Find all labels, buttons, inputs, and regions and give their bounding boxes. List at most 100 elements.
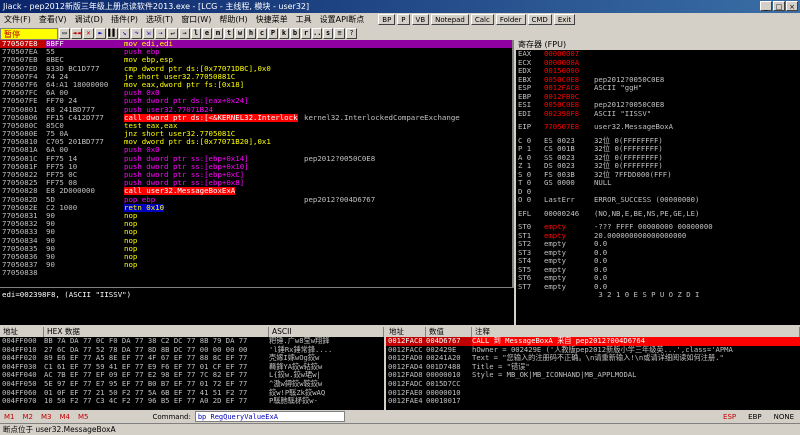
trace-into-icon[interactable]: ⇲ bbox=[143, 28, 154, 39]
registers-panel[interactable]: 寄存器 (FPU) EAX 00000007 ECX 0000000A EDX 00150… bbox=[516, 40, 800, 325]
window-shortcut-button[interactable]: k bbox=[279, 28, 289, 39]
execute-till-return-icon[interactable]: ↵ bbox=[167, 28, 178, 39]
window-titlebar[interactable]: Jiack - pep2012新版三年级上册点读软件2013.exe - [LC… bbox=[0, 0, 800, 13]
disasm-row[interactable]: 77050833 90 nop bbox=[0, 228, 512, 236]
minimize-icon[interactable]: _ bbox=[760, 1, 772, 11]
window-shortcut-button[interactable]: ... bbox=[312, 28, 326, 39]
register-row[interactable]: 3 2 1 0 E S P U O Z D I bbox=[516, 290, 800, 300]
menu-button[interactable]: Notepad bbox=[431, 14, 469, 25]
menu-button[interactable]: VB bbox=[411, 14, 430, 25]
menu-button[interactable]: BP bbox=[378, 14, 396, 25]
dump-row[interactable]: 004FF070 10 50 F2 77 C3 4C F2 77 96 B5 EF… bbox=[0, 397, 384, 406]
window-shortcut-button[interactable]: s bbox=[323, 28, 333, 39]
register-row[interactable]: T 0 GS 0000 NULL bbox=[516, 178, 800, 188]
trace-over-icon[interactable]: ⇢ bbox=[155, 28, 166, 39]
disasm-row[interactable]: 77050838 bbox=[0, 269, 512, 277]
step-over-icon[interactable]: ↷ bbox=[131, 28, 142, 39]
register-value[interactable]: GS 0000 bbox=[544, 178, 594, 188]
register-row[interactable]: EFL 00000246 (NO,NB,E,BE,NS,PE,GE,LE) bbox=[516, 208, 800, 219]
menu-button[interactable]: Exit bbox=[553, 14, 576, 25]
window-shortcut-button[interactable]: c bbox=[257, 28, 267, 39]
memory-tab[interactable]: M1 bbox=[0, 413, 19, 421]
stack-cell-address: 0012FAE4 bbox=[388, 396, 423, 406]
window-shortcut-button[interactable]: P bbox=[268, 28, 278, 39]
memory-tab[interactable]: M3 bbox=[37, 413, 56, 421]
window-shortcut-button[interactable]: w bbox=[235, 28, 245, 39]
disasm-row[interactable]: 77050837 90 nop bbox=[0, 260, 512, 269]
disasm-instruction: mov edi,edi bbox=[124, 40, 304, 49]
menu-item[interactable]: 工具 bbox=[292, 13, 316, 27]
window-shortcut-button[interactable]: e bbox=[202, 28, 212, 39]
register-value[interactable]: 002398F8 bbox=[544, 109, 594, 119]
disasm-row[interactable]: 770507ED 833D BC1D777 cmp dword ptr ds:[0x… bbox=[0, 64, 512, 73]
menu-item[interactable]: 查看(V) bbox=[35, 13, 71, 27]
register-comment: (NO,NB,E,BE,NS,PE,GE,LE) bbox=[594, 208, 700, 218]
window-shortcut-button[interactable]: h bbox=[246, 28, 256, 39]
menu-button[interactable]: Calc bbox=[470, 14, 494, 25]
menu-item[interactable]: 设置API断点 bbox=[316, 13, 369, 27]
disasm-row[interactable]: 770507E8 8BFF mov edi,edi bbox=[0, 40, 512, 49]
memory-tab[interactable]: M2 bbox=[19, 413, 38, 421]
disasm-row[interactable]: 77050831 90 nop bbox=[0, 211, 512, 220]
register-row[interactable]: EDI 002398F8 ASCII "IISSV" bbox=[516, 109, 800, 119]
disasm-comment bbox=[304, 81, 512, 89]
close-icon[interactable]: × bbox=[786, 1, 798, 11]
memory-dump-panel[interactable]: 地址 HEX 数据 ASCII 004FF000 BB 7A DA 77 0C F… bbox=[0, 327, 384, 410]
flag-esp[interactable]: ESP bbox=[717, 413, 742, 421]
disasm-comment bbox=[304, 106, 512, 114]
register-value[interactable]: 00000246 bbox=[544, 209, 594, 219]
command-input[interactable] bbox=[194, 411, 345, 422]
restart-icon[interactable]: ◄◄ bbox=[71, 28, 82, 39]
list-icon[interactable]: ≡ bbox=[334, 28, 345, 39]
window-shortcut-button[interactable]: m bbox=[213, 28, 223, 39]
menu-item[interactable]: 调试(D) bbox=[71, 13, 107, 27]
menu-item[interactable]: 窗口(W) bbox=[177, 13, 215, 27]
disasm-row[interactable]: 7705082E C2 1000 retn 0x10 bbox=[0, 203, 512, 212]
help-icon[interactable]: ? bbox=[346, 28, 357, 39]
disasm-instruction: nop bbox=[124, 261, 304, 269]
window-shortcut-button[interactable]: b bbox=[290, 28, 300, 39]
flag-ebp[interactable]: EBP bbox=[742, 413, 767, 421]
window-shortcut-button[interactable]: r bbox=[301, 28, 311, 39]
menu-item[interactable]: 文件(F) bbox=[0, 13, 35, 27]
disasm-comment bbox=[304, 187, 512, 195]
disasm-row[interactable]: 77050836 90 nop bbox=[0, 252, 512, 261]
disasm-row[interactable]: 77050810 C705 201BD777 mov dword ptr ds:[0… bbox=[0, 138, 512, 146]
menu-item[interactable]: 快捷菜单 bbox=[252, 13, 292, 27]
disasm-row[interactable]: 77050835 90 nop bbox=[0, 244, 512, 253]
register-value[interactable]: LastErr bbox=[544, 195, 594, 205]
menu-button[interactable]: Folder bbox=[495, 14, 526, 25]
memory-tab[interactable]: M4 bbox=[56, 413, 75, 421]
step-into-icon[interactable]: ↘ bbox=[119, 28, 130, 39]
register-row[interactable]: EIP 770507E8 user32.MessageBoxA bbox=[516, 122, 800, 132]
window-shortcut-button[interactable]: t bbox=[224, 28, 234, 39]
stack-panel[interactable]: 地址 数值 注释 0012FAC8 004D6767 CALL 到 MessageB… bbox=[386, 327, 800, 410]
menu-item[interactable]: 插件(P) bbox=[107, 13, 142, 27]
disasm-instruction: push dword ptr ss:[ebp+0x14] bbox=[124, 155, 304, 163]
disasm-row[interactable]: 77050832 90 nop bbox=[0, 219, 512, 228]
disassembly-panel[interactable]: 770507E8 8BFF mov edi,edi 770507EA 55 push eb… bbox=[0, 40, 514, 287]
run-icon[interactable]: ► bbox=[95, 28, 106, 39]
open-icon[interactable]: ▭ bbox=[59, 28, 70, 39]
register-row[interactable]: O 0 LastErr ERROR_SUCCESS (00000000) bbox=[516, 195, 800, 205]
stack-row[interactable]: 0012FAE4 00010017 bbox=[386, 397, 800, 406]
disasm-row[interactable]: 77050828 E8 2D000000 call user32.MessageBo… bbox=[0, 187, 512, 196]
flag-none[interactable]: NONE bbox=[768, 413, 800, 421]
maximize-icon[interactable]: □ bbox=[773, 1, 785, 11]
menu-item[interactable]: 选项(T) bbox=[142, 13, 177, 27]
disasm-row[interactable]: 770507EA 55 push ebp bbox=[0, 47, 512, 56]
menu-button[interactable]: CMD bbox=[527, 14, 552, 25]
goto-icon[interactable]: → bbox=[179, 28, 190, 39]
disasm-row[interactable]: 77050806 FF15 C412D777 call dword ptr ds:[… bbox=[0, 113, 512, 122]
menu-item[interactable]: 帮助(H) bbox=[215, 13, 251, 27]
pause-icon[interactable]: ▌▌ bbox=[107, 28, 118, 39]
window-shortcut-button[interactable]: l bbox=[191, 28, 201, 39]
close-process-icon[interactable]: ✕ bbox=[83, 28, 94, 39]
disasm-row[interactable]: 7705080C 85C0 test eax,eax bbox=[0, 121, 512, 130]
register-value[interactable]: empty bbox=[544, 282, 594, 292]
register-value[interactable]: 770507E8 bbox=[544, 122, 594, 132]
memory-tab[interactable]: M5 bbox=[74, 413, 93, 421]
disasm-row[interactable]: 770507F6 64:A1 18000000 mov eax,dword ptr … bbox=[0, 80, 512, 89]
disasm-row[interactable]: 77050834 90 nop bbox=[0, 236, 512, 245]
menu-button[interactable]: P bbox=[397, 14, 410, 25]
